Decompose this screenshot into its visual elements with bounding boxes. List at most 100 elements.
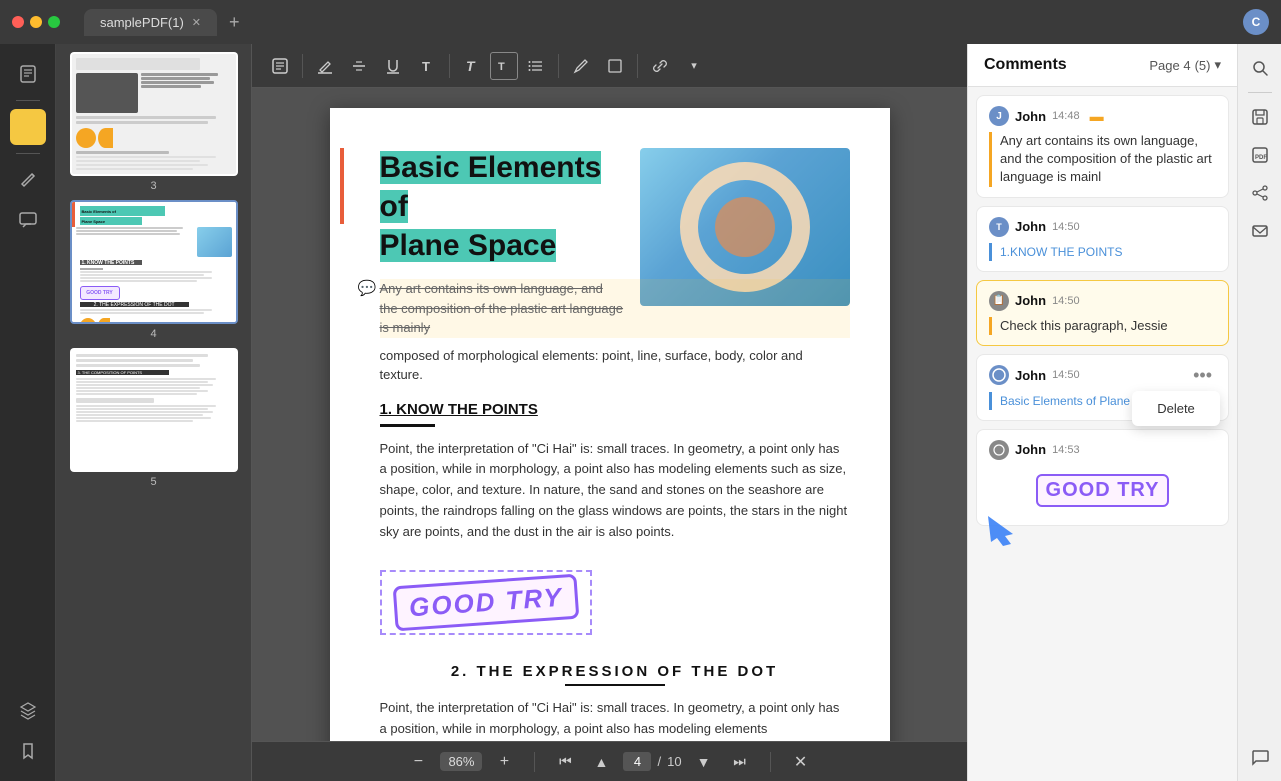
comment-4-avatar	[989, 365, 1009, 385]
sidebar-icon-page[interactable]	[10, 56, 46, 92]
expand-icon[interactable]: ▾	[1214, 57, 1221, 73]
comment-4-time: 14:50	[1052, 369, 1080, 381]
svg-text:T: T	[466, 58, 476, 74]
toolbar-sep-2	[449, 54, 450, 78]
comment-3-time: 14:50	[1052, 295, 1080, 307]
sidebar-icon-layers[interactable]	[10, 693, 46, 729]
comment-3-avatar: 📋	[989, 291, 1009, 311]
toolbar-pen-button[interactable]	[565, 50, 597, 82]
save-icon[interactable]	[1244, 101, 1276, 133]
left-accent-bar	[340, 148, 344, 224]
comment-3-body-wrapper: Check this paragraph, Jessie	[989, 317, 1216, 335]
total-pages: 10	[667, 754, 681, 769]
toolbar: T T T ▾	[252, 44, 967, 88]
pdf-icon[interactable]: PDF	[1244, 139, 1276, 171]
pdf-page: Basic Elements of Plane Space 💬 Any art …	[330, 108, 890, 741]
page-number-input[interactable]	[623, 752, 651, 771]
comments-header: Comments Page 4 (5) ▾	[968, 44, 1237, 87]
sidebar-divider-1	[16, 100, 40, 101]
close-toolbar-button[interactable]: ✕	[787, 748, 815, 776]
avatar: C	[1243, 9, 1269, 35]
comment-5-author: John	[1015, 442, 1046, 457]
comment-1-author: John	[1015, 109, 1046, 124]
toolbar-more-button[interactable]: ▾	[678, 50, 710, 82]
comment-4: John 14:50 ••• Basic Elements of Plane S…	[976, 354, 1229, 421]
minimize-window-button[interactable]	[30, 16, 42, 28]
page-label: Page 4	[1149, 58, 1190, 73]
comment-2-time: 14:50	[1052, 221, 1080, 233]
bottom-toolbar: − 86% + ⏮ ▲ / 10 ▼ ⏭ ✕	[252, 741, 967, 781]
next-page-button[interactable]: ▼	[690, 748, 718, 776]
comment-1: J John 14:48 ▬ Any art contains its own …	[976, 95, 1229, 198]
sidebar-icon-edit[interactable]	[10, 162, 46, 198]
svg-text:PDF: PDF	[1255, 155, 1267, 161]
content-area[interactable]: Basic Elements of Plane Space 💬 Any art …	[252, 88, 967, 741]
toolbar-underline-button[interactable]	[377, 50, 409, 82]
tab-samplepdf[interactable]: samplePDF(1) ✕	[84, 9, 217, 36]
toolbar-highlight-button[interactable]	[309, 50, 341, 82]
toolbar-list-button[interactable]	[520, 50, 552, 82]
thumb-page-4-label: 4	[150, 328, 156, 340]
comment-2: T John 14:50 1.KNOW THE POINTS	[976, 206, 1229, 272]
chat-icon[interactable]	[1244, 741, 1276, 773]
comment-1-avatar: J	[989, 106, 1009, 126]
svg-text:T: T	[498, 61, 505, 73]
toolbar-text2-button[interactable]: T	[456, 50, 488, 82]
comment-5-sticker: GOOD TRY	[989, 466, 1216, 515]
sidebar-icon-bookmark[interactable]	[10, 733, 46, 769]
page-info: Page 4 (5) ▾	[1149, 57, 1221, 73]
mail-icon[interactable]	[1244, 215, 1276, 247]
last-page-button[interactable]: ⏭	[726, 748, 754, 776]
section2-divider	[565, 684, 665, 686]
toolbar-text-box-button[interactable]: T	[490, 52, 518, 80]
comment-5: John 14:53 GOOD TRY	[976, 429, 1229, 526]
toolbar-sep-4	[637, 54, 638, 78]
zoom-out-button[interactable]: −	[404, 748, 432, 776]
comment-5-avatar	[989, 440, 1009, 460]
close-window-button[interactable]	[12, 16, 24, 28]
comment-1-body-wrapper: Any art contains its own language, and t…	[989, 132, 1216, 187]
zoom-in-button[interactable]: +	[490, 748, 518, 776]
thumbnail-page-3[interactable]: String 3	[64, 52, 243, 192]
comment-4-more-button[interactable]: •••	[1189, 365, 1216, 386]
page-separator: /	[657, 754, 661, 769]
comment-4-header: John 14:50 •••	[989, 365, 1216, 386]
right-action-bar: PDF	[1237, 44, 1281, 781]
prev-page-button[interactable]: ▲	[587, 748, 615, 776]
new-tab-button[interactable]: +	[229, 12, 240, 33]
body-text-1: composed of morphological elements: poin…	[380, 346, 850, 385]
thumbnail-panel: String 3 Basic Elements of Plane Space	[56, 44, 252, 781]
comment-5-time: 14:53	[1052, 444, 1080, 456]
section1-divider	[380, 424, 435, 427]
section1-heading: 1. KNOW THE POINTS	[380, 401, 850, 418]
delete-button[interactable]: Delete	[1136, 395, 1216, 422]
sticker-selection-box: GOOD TRY	[380, 570, 592, 635]
left-sidebar	[0, 44, 56, 781]
sidebar-icon-highlight[interactable]	[10, 109, 46, 145]
toolbar-note-button[interactable]	[264, 50, 296, 82]
section2-heading: 2. THE EXPRESSION OF THE DOT	[380, 663, 850, 680]
search-icon[interactable]	[1244, 52, 1276, 84]
first-page-button[interactable]: ⏮	[551, 748, 579, 776]
bottom-sep-2	[770, 752, 771, 772]
traffic-lights	[12, 16, 60, 28]
sidebar-icon-comment[interactable]	[10, 202, 46, 238]
comment-2-avatar: T	[989, 217, 1009, 237]
good-try-sticker: GOOD TRY	[392, 574, 579, 632]
comments-title: Comments	[984, 56, 1067, 74]
toolbar-shape-button[interactable]	[599, 50, 631, 82]
tab-close-button[interactable]: ✕	[192, 16, 201, 29]
comment-4-author: John	[1015, 368, 1046, 383]
thumb-page-5-label: 5	[150, 476, 156, 488]
toolbar-sep-1	[302, 54, 303, 78]
toolbar-strikethrough-button[interactable]	[343, 50, 375, 82]
toolbar-text-button[interactable]: T	[411, 50, 443, 82]
strikethrough-text: Any art contains its own language, and t…	[380, 279, 850, 338]
comment-bubble-icon: 💬	[358, 279, 377, 297]
maximize-window-button[interactable]	[48, 16, 60, 28]
toolbar-link-button[interactable]	[644, 50, 676, 82]
thumbnail-page-5[interactable]: 3. THE COMPOSITION OF POINTS 5	[64, 348, 243, 488]
thumbnail-page-4[interactable]: Basic Elements of Plane Space 1. KNOW TH…	[64, 200, 243, 340]
share-icon[interactable]	[1244, 177, 1276, 209]
zoom-level-display[interactable]: 86%	[440, 752, 482, 771]
